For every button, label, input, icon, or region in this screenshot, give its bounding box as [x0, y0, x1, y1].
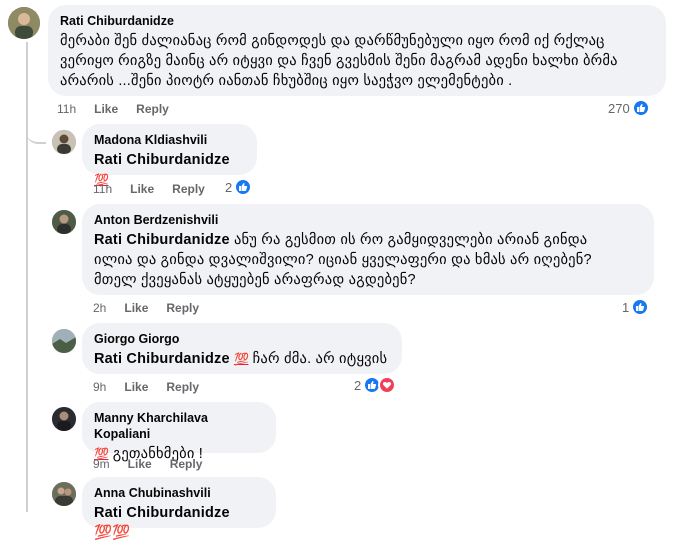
like-button[interactable]: Like: [130, 182, 154, 196]
comment-bubble: Anna Chubinashvili Rati Chiburdanidze 💯💯: [82, 477, 276, 541]
comment-time[interactable]: 2h: [93, 301, 106, 315]
comment-actions: 11h Like Reply: [57, 102, 169, 116]
reaction-summary[interactable]: 270: [608, 99, 650, 117]
comment-text: ანუ რა გესმით ის რო გამყიდველები არიან გ…: [233, 232, 588, 248]
reaction-count: 270: [608, 100, 630, 116]
comment-actions: 2h Like Reply: [93, 301, 199, 315]
comment-author[interactable]: Madona Kldiashvili: [94, 132, 245, 148]
comment-author[interactable]: Anna Chubinashvili: [94, 485, 264, 501]
reply-connector: [26, 112, 46, 144]
comment-text: ილია და გინდა დვალიშვილი? იციან ყველაფერ…: [94, 252, 592, 268]
comment-actions: 11h Like Reply: [93, 182, 205, 196]
comment-actions: 9h Like Reply: [93, 380, 199, 394]
reply-button[interactable]: Reply: [172, 182, 205, 196]
mention-link[interactable]: Rati Chiburdanidze: [94, 232, 230, 248]
comment-text: ჩარ ძმა. არ იტყვის: [252, 351, 388, 367]
comment-author[interactable]: Manny Kharchilava Kopaliani: [94, 410, 264, 442]
avatar[interactable]: [52, 482, 76, 506]
like-button[interactable]: Like: [128, 457, 152, 471]
avatar[interactable]: [52, 210, 76, 234]
comment-bubble: Giorgo Giorgo Rati Chiburdanidze 💯 ჩარ ძ…: [82, 323, 402, 374]
reply-button[interactable]: Reply: [170, 457, 203, 471]
comment-time[interactable]: 9m: [93, 457, 110, 471]
comment-bubble: Anton Berdzenishvili Rati Chiburdanidze …: [82, 204, 654, 295]
comment-bubble: Manny Kharchilava Kopaliani 💯 გეთანხმები…: [82, 402, 276, 462]
reply-button[interactable]: Reply: [166, 380, 199, 394]
comment-text: Rati Chiburdanidze 💯💯: [94, 505, 230, 541]
mention-link[interactable]: Rati Chiburdanidze: [94, 152, 230, 168]
comment-author[interactable]: Anton Berdzenishvili: [94, 212, 642, 228]
reaction-count: 2: [225, 179, 233, 195]
reply-button[interactable]: Reply: [166, 301, 199, 315]
reaction-summary[interactable]: 1: [622, 298, 650, 316]
comment-author[interactable]: Giorgo Giorgo: [94, 331, 390, 347]
reaction-summary[interactable]: 2: [354, 376, 397, 394]
love-reaction-icon: [378, 376, 397, 394]
like-button[interactable]: Like: [124, 380, 148, 394]
comment-text: მერაბი შენ ძალიანაც რომ გინდოდეს და დარწ…: [60, 33, 618, 89]
comment-bubble: Rati Chiburdanidze მერაბი შენ ძალიანაც რ…: [48, 5, 666, 96]
reply-button[interactable]: Reply: [136, 102, 169, 116]
hundred-points-emoji: 💯: [233, 352, 249, 366]
like-reaction-icon: [631, 99, 650, 117]
avatar[interactable]: [52, 130, 76, 154]
reaction-count: 1: [622, 299, 630, 315]
like-button[interactable]: Like: [94, 102, 118, 116]
avatar[interactable]: [52, 407, 76, 431]
like-reaction-icon: [234, 178, 253, 196]
comment-time[interactable]: 9h: [93, 380, 106, 394]
comment-text: მთელ ქვეყანას ატყუებენ არაფრად აგდებენ?: [94, 272, 416, 288]
comment-time[interactable]: 11h: [93, 182, 112, 196]
comment-author[interactable]: Rati Chiburdanidze: [60, 13, 654, 29]
mention-link[interactable]: Rati Chiburdanidze: [94, 351, 230, 367]
like-button[interactable]: Like: [124, 301, 148, 315]
avatar[interactable]: [52, 329, 76, 353]
comment-actions: 9m Like Reply: [93, 457, 202, 471]
comment-time[interactable]: 11h: [57, 102, 76, 116]
reaction-count: 2: [354, 377, 362, 393]
avatar[interactable]: [8, 7, 40, 39]
reaction-summary[interactable]: 2: [225, 178, 253, 196]
like-reaction-icon: [631, 298, 650, 316]
comment-bubble: Madona Kldiashvili Rati Chiburdanidze 💯: [82, 124, 257, 187]
